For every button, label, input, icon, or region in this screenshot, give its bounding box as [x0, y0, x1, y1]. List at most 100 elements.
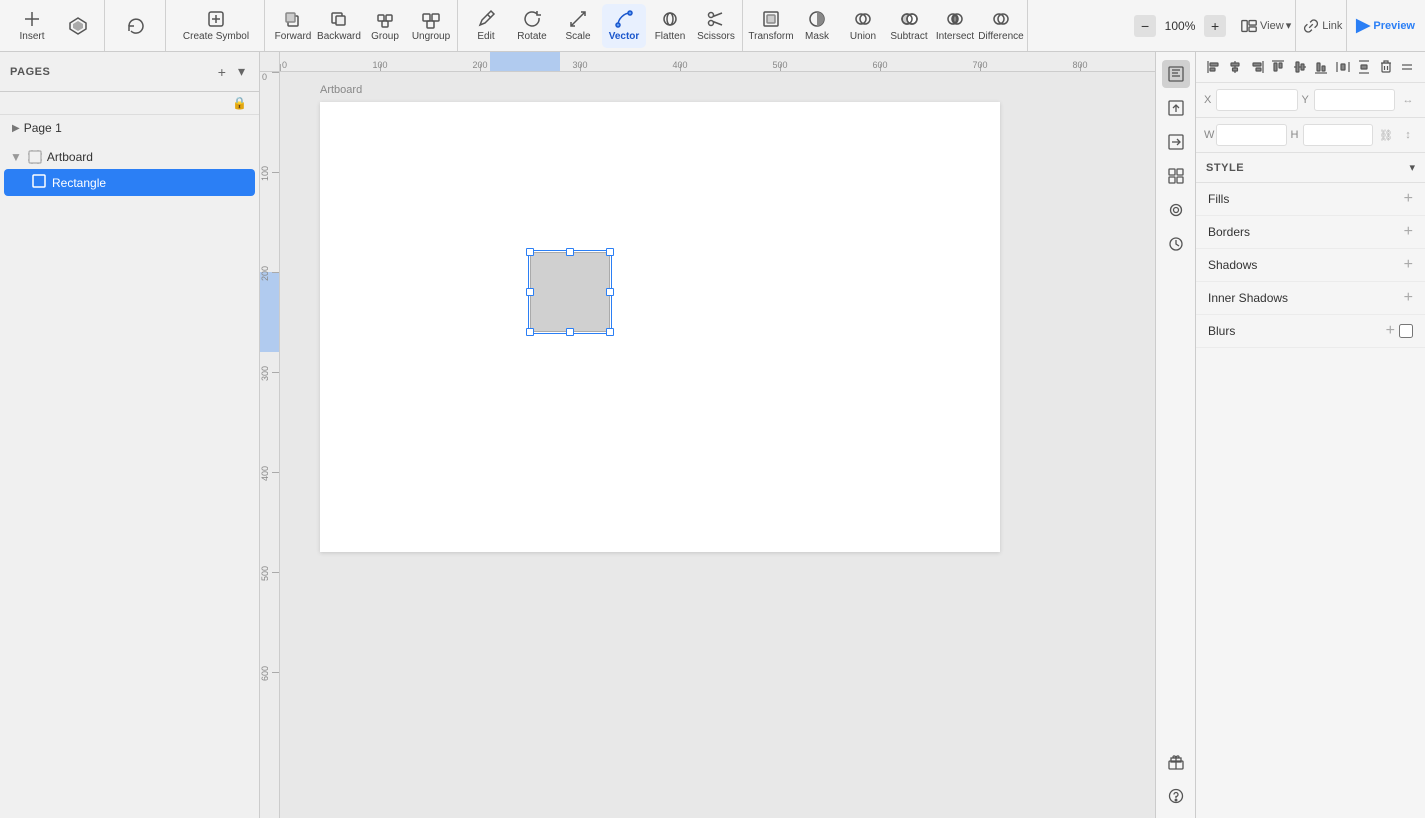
toolbar-group-boolean: Transform Mask Union Subtract — [745, 0, 1028, 51]
lock-button[interactable]: 🔒 — [228, 94, 251, 112]
shadows-label: Shadows — [1208, 258, 1257, 272]
distribute-h-button[interactable] — [1333, 56, 1353, 78]
more-options-button[interactable] — [1398, 56, 1418, 78]
rotate-button[interactable]: Rotate — [510, 4, 554, 48]
align-right-button[interactable] — [1247, 56, 1267, 78]
rectangle-layer-item[interactable]: Rectangle — [4, 169, 255, 196]
rectangle-shape[interactable] — [530, 252, 610, 332]
vertical-ruler: 0 100 200 300 400 500 600 — [260, 72, 280, 818]
blurs-row[interactable]: Blurs + — [1196, 315, 1425, 348]
refresh-button[interactable] — [111, 4, 161, 48]
layers-toggle-button[interactable] — [56, 4, 100, 48]
backward-button[interactable]: Backward — [317, 4, 361, 48]
rectangle-icon — [32, 174, 46, 191]
forward-button[interactable]: Forward — [271, 4, 315, 48]
inspector-align-button[interactable] — [1162, 60, 1190, 88]
inspector-gift-button[interactable] — [1162, 748, 1190, 776]
intersect-button[interactable]: Intersect — [933, 4, 977, 48]
pages-menu-button[interactable]: ▾ — [234, 61, 249, 82]
edit-button[interactable]: Edit — [464, 4, 508, 48]
align-top-button[interactable] — [1269, 56, 1289, 78]
add-page-button[interactable]: + — [214, 61, 230, 82]
borders-label: Borders — [1208, 225, 1250, 239]
flatten-button[interactable]: Flatten — [648, 4, 692, 48]
fills-row[interactable]: Fills + — [1196, 183, 1425, 216]
borders-row[interactable]: Borders + — [1196, 216, 1425, 249]
inner-shadows-add-icon[interactable]: + — [1404, 290, 1413, 306]
artboard-frame[interactable]: Artboard — [320, 102, 1000, 552]
inspector-export-button[interactable] — [1162, 94, 1190, 122]
handle-top-left[interactable] — [526, 248, 534, 256]
subtract-button[interactable]: Subtract — [887, 4, 931, 48]
handle-bottom-right[interactable] — [606, 328, 614, 336]
vector-button[interactable]: Vector — [602, 4, 646, 48]
insert-button[interactable]: Insert — [10, 4, 54, 48]
w-label: W — [1204, 129, 1214, 141]
toolbar-group-insert: Insert — [6, 0, 105, 51]
flip-h-button[interactable]: ↔ — [1399, 89, 1417, 111]
handle-bottom-left[interactable] — [526, 328, 534, 336]
align-bottom-button[interactable] — [1312, 56, 1332, 78]
ungroup-button[interactable]: Ungroup — [409, 4, 453, 48]
ruler-label-0: 0 — [280, 60, 287, 70]
inspector-history-button[interactable] — [1162, 230, 1190, 258]
artboard-frame-label: Artboard — [320, 84, 362, 96]
handle-top-center[interactable] — [566, 248, 574, 256]
align-center-h-button[interactable] — [1226, 56, 1246, 78]
scissors-button[interactable]: Scissors — [694, 4, 738, 48]
main-area: PAGES + ▾ 🔒 ▶ Page 1 ▼ — [0, 52, 1425, 818]
y-label: Y — [1302, 94, 1312, 106]
shadows-row[interactable]: Shadows + — [1196, 249, 1425, 282]
x-input[interactable] — [1216, 89, 1297, 111]
create-symbol-button[interactable]: Create Symbol — [176, 4, 256, 48]
difference-button[interactable]: Difference — [979, 4, 1023, 48]
selected-shape-container — [530, 252, 610, 332]
fills-add-icon[interactable]: + — [1404, 191, 1413, 207]
union-button[interactable]: Union — [841, 4, 885, 48]
page-item[interactable]: ▶ Page 1 — [0, 115, 259, 141]
style-dropdown-button[interactable]: ▾ — [1409, 161, 1415, 174]
w-field: W — [1204, 124, 1287, 146]
zoom-minus-button[interactable]: − — [1134, 15, 1156, 37]
toolbar-group-arrange: Forward Backward Group Ungroup — [267, 0, 458, 51]
inner-shadows-row[interactable]: Inner Shadows + — [1196, 282, 1425, 315]
link-button[interactable]: Link — [1302, 17, 1342, 35]
right-panel-container: X Y ↔ W H ⛓ ↕ — [1155, 52, 1425, 818]
canvas-area[interactable]: 0 100 200 300 400 500 600 700 800 — [260, 52, 1155, 818]
zoom-plus-button[interactable]: + — [1204, 15, 1226, 37]
preview-button[interactable]: Preview — [1353, 17, 1415, 35]
handle-middle-left[interactable] — [526, 288, 534, 296]
inspector-resize-button[interactable] — [1162, 128, 1190, 156]
inspector-grid-button[interactable] — [1162, 162, 1190, 190]
lock-ratio-button[interactable]: ⛓ — [1377, 124, 1395, 146]
layer-section: ▼ Artboard Rectangle — [0, 141, 259, 200]
canvas-scroll[interactable]: Artboard — [280, 72, 1155, 818]
borders-add-icon[interactable]: + — [1404, 224, 1413, 240]
handle-middle-right[interactable] — [606, 288, 614, 296]
flip-v-button[interactable]: ↕ — [1399, 124, 1417, 146]
blurs-toggle[interactable] — [1399, 324, 1413, 338]
scale-button[interactable]: Scale — [556, 4, 600, 48]
shadows-add-icon[interactable]: + — [1404, 257, 1413, 273]
handle-bottom-center[interactable] — [566, 328, 574, 336]
artboard-layer-item[interactable]: ▼ Artboard — [0, 145, 259, 169]
dims-row: W H ⛓ ↕ — [1196, 118, 1425, 153]
align-left-button[interactable] — [1204, 56, 1224, 78]
blurs-add-icon[interactable]: + — [1386, 323, 1395, 339]
delete-button[interactable] — [1376, 56, 1396, 78]
view-dropdown-button[interactable]: View ▾ — [1240, 17, 1291, 35]
h-input[interactable] — [1303, 124, 1373, 146]
mask-button[interactable]: Mask — [795, 4, 839, 48]
vert-sidebar — [1155, 52, 1195, 818]
align-center-v-button[interactable] — [1290, 56, 1310, 78]
inspector-style-button[interactable] — [1162, 196, 1190, 224]
w-input[interactable] — [1216, 124, 1286, 146]
distribute-v-button[interactable] — [1355, 56, 1375, 78]
y-input[interactable] — [1314, 89, 1395, 111]
horizontal-ruler: 0 100 200 300 400 500 600 700 800 — [280, 52, 1155, 72]
handle-top-right[interactable] — [606, 248, 614, 256]
toolbar-group-transform: Edit Rotate Scale Vector — [460, 0, 743, 51]
transform-button[interactable]: Transform — [749, 4, 793, 48]
group-button[interactable]: Group — [363, 4, 407, 48]
inspector-help-button[interactable] — [1162, 782, 1190, 810]
